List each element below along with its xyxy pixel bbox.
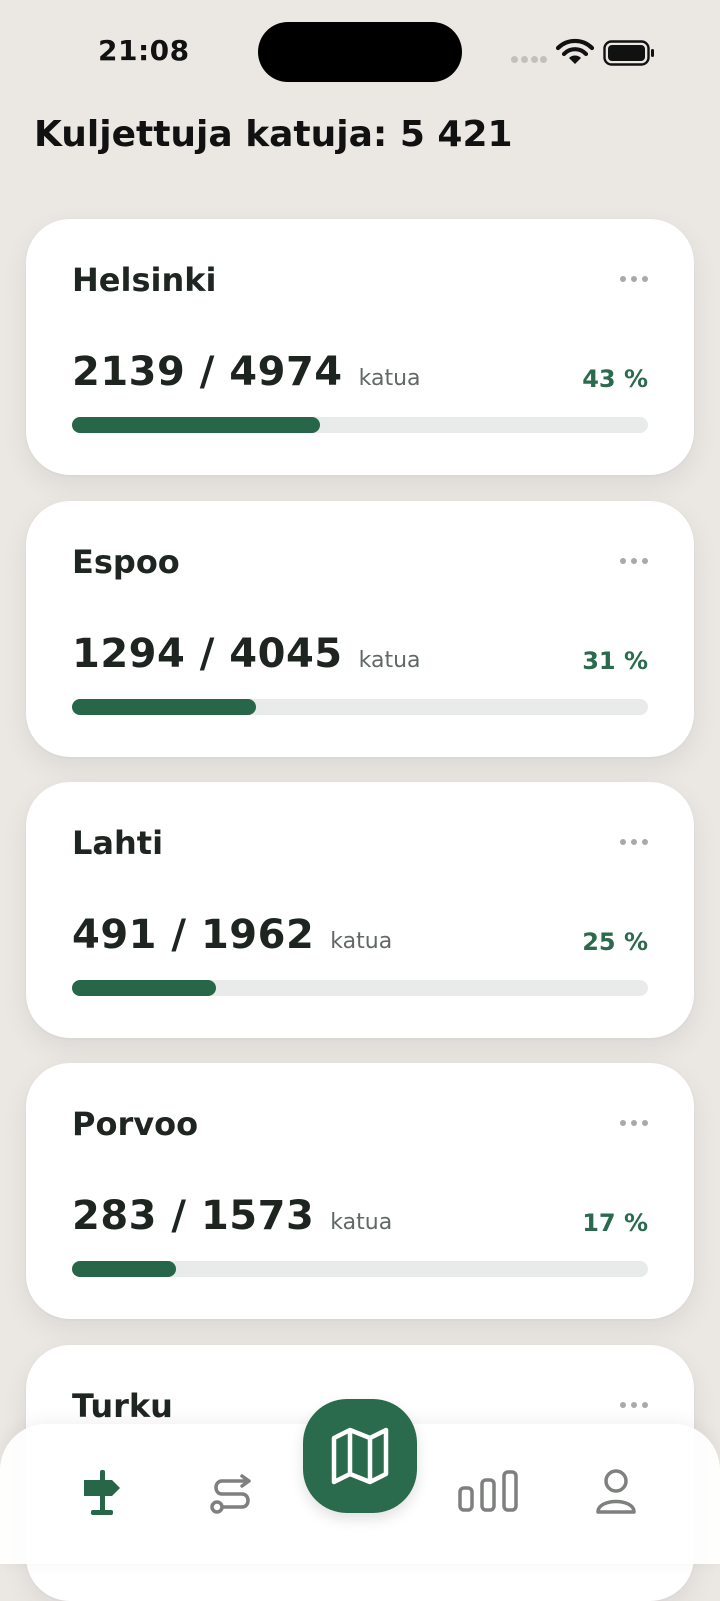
street-count-unit: katua <box>330 929 393 954</box>
bar-chart-icon <box>458 1470 518 1512</box>
profile-icon <box>596 1469 636 1514</box>
tab-profile[interactable] <box>584 1460 648 1524</box>
progress-bar-fill <box>72 980 216 996</box>
map-button[interactable] <box>303 1399 417 1513</box>
progress-percent: 43 % <box>582 365 648 393</box>
cellular-signal-icon <box>511 56 547 64</box>
route-icon <box>210 1474 251 1514</box>
progress-bar-fill <box>72 1261 176 1277</box>
status-bar: 21:08 <box>0 0 720 100</box>
progress-percent: 17 % <box>582 1209 648 1237</box>
street-count: 1294 / 4045 katua <box>72 631 421 677</box>
progress-bar <box>72 980 648 996</box>
map-icon <box>331 1427 389 1485</box>
page-title: Kuljettuja katuja: 5 421 <box>34 114 513 155</box>
city-name: Lahti <box>72 824 164 862</box>
tab-statistics[interactable] <box>456 1460 520 1524</box>
city-name: Porvoo <box>72 1105 199 1143</box>
city-name: Turku <box>72 1387 173 1425</box>
progress-bar <box>72 417 648 433</box>
progress-bar-fill <box>72 417 320 433</box>
street-count-value: 1294 / 4045 <box>72 631 343 677</box>
tab-cities[interactable] <box>70 1460 134 1524</box>
street-count-unit: katua <box>330 1210 393 1235</box>
progress-percent: 31 % <box>582 647 648 675</box>
more-options-icon[interactable] <box>620 275 648 283</box>
street-count-value: 2139 / 4974 <box>72 349 343 395</box>
signpost-icon <box>84 1470 120 1515</box>
progress-bar <box>72 1261 648 1277</box>
street-count-value: 283 / 1573 <box>72 1193 315 1239</box>
tab-routes[interactable] <box>200 1460 264 1524</box>
street-count: 491 / 1962 katua <box>72 912 392 958</box>
street-count-unit: katua <box>358 366 421 391</box>
status-time: 21:08 <box>98 34 190 67</box>
progress-bar-fill <box>72 699 257 715</box>
progress-percent: 25 % <box>582 928 648 956</box>
city-name: Helsinki <box>72 261 217 299</box>
city-card-espoo[interactable]: Espoo 1294 / 4045 katua 31 % <box>26 501 694 757</box>
street-count-unit: katua <box>358 648 421 673</box>
more-options-icon[interactable] <box>620 838 648 846</box>
city-name: Espoo <box>72 543 180 581</box>
street-count: 2139 / 4974 katua <box>72 349 421 395</box>
city-card-lahti[interactable]: Lahti 491 / 1962 katua 25 % <box>26 782 694 1038</box>
battery-icon <box>603 40 654 66</box>
city-card-porvoo[interactable]: Porvoo 283 / 1573 katua 17 % <box>26 1063 694 1319</box>
city-card-helsinki[interactable]: Helsinki 2139 / 4974 katua 43 % <box>26 219 694 475</box>
street-count-value: 491 / 1962 <box>72 912 315 958</box>
street-count: 283 / 1573 katua <box>72 1193 392 1239</box>
more-options-icon[interactable] <box>620 557 648 565</box>
more-options-icon[interactable] <box>620 1119 648 1127</box>
dynamic-island <box>258 22 462 82</box>
wifi-icon <box>556 38 594 64</box>
progress-bar <box>72 699 648 715</box>
more-options-icon[interactable] <box>620 1401 648 1409</box>
